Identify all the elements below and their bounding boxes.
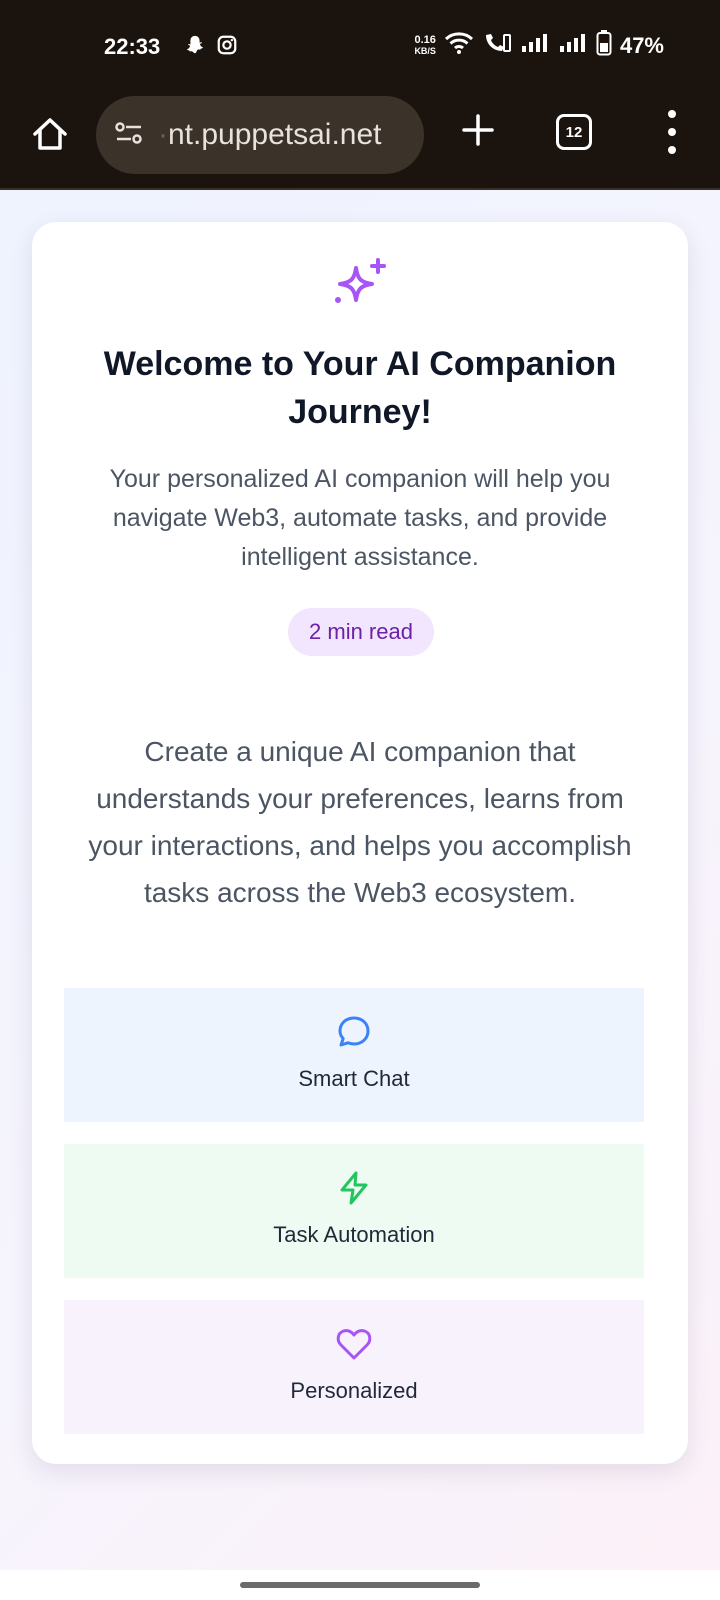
feature-label: Task Automation bbox=[273, 1222, 435, 1247]
page-description: Create a unique AI companion that unders… bbox=[88, 736, 632, 908]
new-tab-button[interactable] bbox=[458, 110, 498, 150]
feature-personalized: Personalized bbox=[64, 1300, 644, 1434]
url-faded: · bbox=[158, 118, 168, 151]
net-speed-value: 0.16 bbox=[414, 33, 436, 46]
battery-percent: 47% bbox=[619, 32, 664, 58]
status-bar: 22:33 0.16 KB/S 47% bbox=[0, 0, 720, 96]
tab-switcher-button[interactable]: 12 bbox=[556, 114, 592, 150]
lightning-icon bbox=[334, 1168, 374, 1208]
browser-toolbar: ·nt.puppetsai.net 12 bbox=[0, 96, 720, 190]
plus-icon bbox=[462, 114, 494, 146]
signal-icon bbox=[520, 32, 550, 59]
menu-dot bbox=[668, 146, 676, 154]
read-time-badge: 2 min read bbox=[288, 608, 434, 656]
home-icon bbox=[33, 118, 67, 150]
net-speed: 0.16 KB/S bbox=[414, 33, 436, 57]
site-settings-icon[interactable] bbox=[114, 120, 144, 151]
page-title: Welcome to Your AI Companion Journey! bbox=[103, 345, 617, 431]
home-gesture-handle[interactable] bbox=[240, 1582, 480, 1588]
more-menu-button[interactable] bbox=[660, 110, 684, 154]
page-background: Welcome to Your AI Companion Journey! Yo… bbox=[0, 190, 720, 1570]
feature-label: Personalized bbox=[290, 1378, 418, 1403]
gesture-nav-bar bbox=[0, 1570, 720, 1600]
address-bar[interactable]: ·nt.puppetsai.net bbox=[96, 96, 424, 174]
home-button[interactable] bbox=[28, 112, 72, 156]
sparkles-icon bbox=[328, 254, 392, 318]
heart-icon bbox=[334, 1324, 374, 1364]
url-domain: nt.puppetsai.net bbox=[168, 118, 382, 151]
menu-dot bbox=[668, 110, 676, 118]
signal-icon bbox=[558, 32, 588, 59]
instagram-icon bbox=[216, 34, 238, 61]
status-time: 22:33 bbox=[104, 34, 161, 59]
chat-bubble-icon bbox=[334, 1012, 374, 1052]
feature-smart-chat: Smart Chat bbox=[64, 988, 644, 1122]
page-subtitle: Your personalized AI companion will help… bbox=[109, 465, 611, 571]
url-text: ·nt.puppetsai.net bbox=[158, 118, 382, 152]
feature-task-automation: Task Automation bbox=[64, 1144, 644, 1278]
welcome-card: Welcome to Your AI Companion Journey! Yo… bbox=[32, 222, 688, 1464]
wifi-call-icon bbox=[482, 31, 512, 60]
wifi-icon bbox=[444, 31, 474, 60]
net-speed-unit: KB/S bbox=[414, 45, 436, 56]
menu-dot bbox=[668, 128, 676, 136]
snapchat-icon bbox=[184, 34, 206, 61]
battery-icon bbox=[596, 30, 612, 61]
feature-label: Smart Chat bbox=[298, 1066, 410, 1091]
